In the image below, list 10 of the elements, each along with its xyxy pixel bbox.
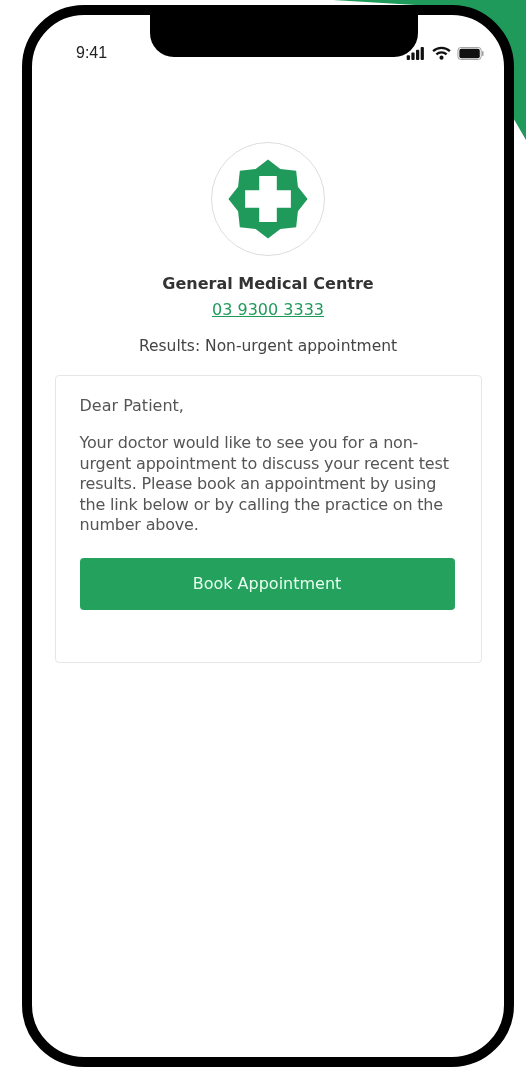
message-text: Your doctor would like to see you for a non-urgent appointment to discuss your recent test results. Please book an appointment by using the link below or by calling the practice on the number above.	[79, 433, 450, 536]
wifi-icon	[432, 46, 451, 60]
status-time: 9:41	[76, 44, 108, 62]
clinic-name: General Medical Centre	[162, 274, 374, 293]
greeting-text: Dear Patient,	[79, 396, 185, 415]
phone-link[interactable]: 03 9300 3333	[212, 300, 324, 319]
book-appointment-button[interactable]: Book Appointment	[79, 557, 455, 610]
signal-icon	[406, 46, 426, 60]
battery-icon	[457, 46, 484, 60]
message-subject: Results: Non-urgent appointment	[138, 337, 398, 355]
